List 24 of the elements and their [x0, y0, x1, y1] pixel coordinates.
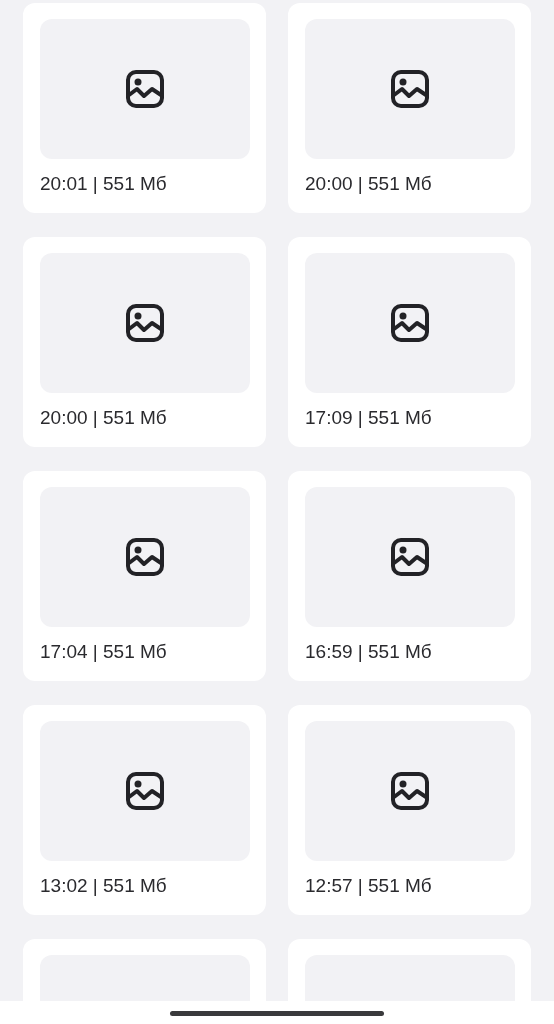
recording-card[interactable]: 20:00 | 551 Мб [23, 237, 266, 447]
image-icon [125, 771, 165, 811]
recording-caption: 20:01 | 551 Мб [40, 173, 168, 195]
recording-card[interactable]: 20:00 | 551 Мб [288, 3, 531, 213]
recording-caption: 17:09 | 551 Мб [305, 407, 433, 429]
image-icon [390, 537, 430, 577]
image-icon [390, 69, 430, 109]
image-icon [390, 771, 430, 811]
recording-caption: 20:00 | 551 Мб [40, 407, 168, 429]
recording-card[interactable]: 12:57 | 551 Мб [288, 705, 531, 915]
recording-card[interactable]: 17:04 | 551 Мб [23, 471, 266, 681]
recording-card[interactable]: 17:09 | 551 Мб [288, 237, 531, 447]
recording-caption: 13:02 | 551 Мб [40, 875, 168, 897]
image-icon [125, 69, 165, 109]
recording-caption: 17:04 | 551 Мб [40, 641, 168, 663]
image-icon [125, 303, 165, 343]
image-icon [390, 303, 430, 343]
recording-card[interactable]: 16:59 | 551 Мб [288, 471, 531, 681]
recording-card[interactable]: 20:01 | 551 Мб [23, 3, 266, 213]
recording-card[interactable]: 13:02 | 551 Мб [23, 705, 266, 915]
recording-caption: 16:59 | 551 Мб [305, 641, 433, 663]
recording-caption: 20:00 | 551 Мб [305, 173, 433, 195]
image-icon [125, 537, 165, 577]
recording-caption: 12:57 | 551 Мб [305, 875, 433, 897]
